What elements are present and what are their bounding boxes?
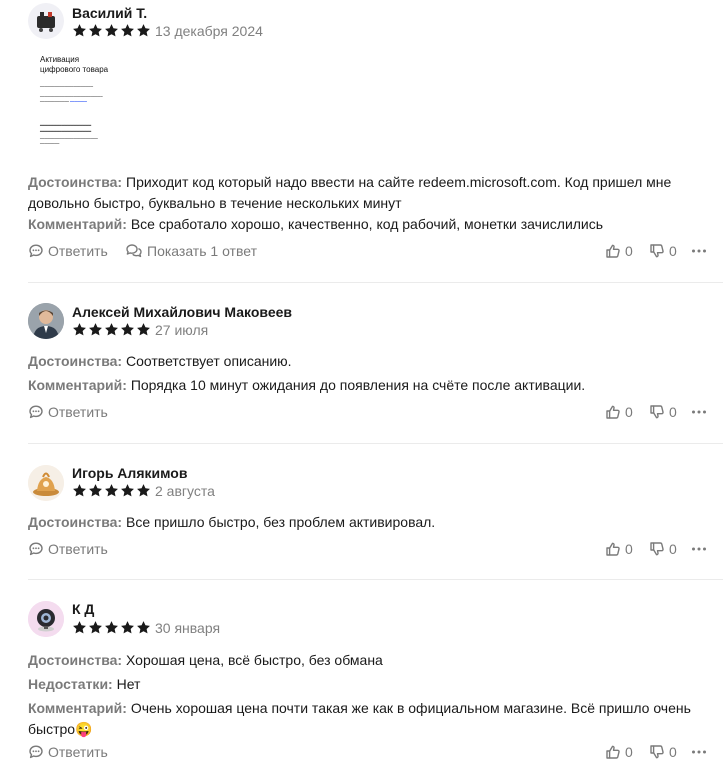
star-icon xyxy=(120,620,135,635)
review: Алексей Михайлович Маковеев 27 июля Дост… xyxy=(0,296,723,443)
thumb-down-icon xyxy=(649,243,665,259)
thumb-down-icon xyxy=(649,541,665,557)
review-actions: Ответить 0 0 xyxy=(28,404,723,424)
show-replies-button[interactable]: Показать 1 ответ xyxy=(125,243,257,259)
dislike-button[interactable]: 0 xyxy=(649,541,677,557)
star-icon xyxy=(120,483,135,498)
photo-title: Активация цифрового товара xyxy=(40,55,109,74)
dislike-button[interactable]: 0 xyxy=(649,404,677,420)
avatar[interactable] xyxy=(28,465,64,501)
star-icon xyxy=(88,483,103,498)
emoji: 😜 xyxy=(75,721,93,737)
avatar[interactable] xyxy=(28,3,64,39)
thumb-up-icon xyxy=(605,243,621,259)
thumb-up-icon xyxy=(605,541,621,557)
review-date: 13 декабря 2024 xyxy=(155,23,263,39)
dislike-button[interactable]: 0 xyxy=(649,744,677,760)
review-comment: Комментарий: Все сработало хорошо, качес… xyxy=(28,216,604,232)
star-icon xyxy=(136,620,151,635)
dislike-button[interactable]: 0 xyxy=(649,243,677,259)
review-date: 2 августа xyxy=(155,483,215,499)
more-icon[interactable] xyxy=(691,243,707,262)
review-date: 27 июля xyxy=(155,322,209,338)
star-icon xyxy=(136,322,151,337)
star-icon xyxy=(72,23,87,38)
thumb-up-icon xyxy=(605,404,621,420)
star-icon xyxy=(104,23,119,38)
review: Игорь Алякимов 2 августа Достоинства: Вс… xyxy=(0,457,723,579)
star-icon xyxy=(88,23,103,38)
comment-icon xyxy=(28,404,44,420)
review-date: 30 января xyxy=(155,620,221,636)
author-name[interactable]: К Д xyxy=(72,601,94,617)
reply-button[interactable]: Ответить xyxy=(28,404,108,420)
star-icon xyxy=(88,322,103,337)
thumb-down-icon xyxy=(649,744,665,760)
like-button[interactable]: 0 xyxy=(605,404,633,420)
star-icon xyxy=(88,620,103,635)
rating-stars xyxy=(72,483,151,498)
comment-icon xyxy=(28,744,44,760)
author-name[interactable]: Игорь Алякимов xyxy=(72,465,187,481)
star-icon xyxy=(72,322,87,337)
avatar[interactable] xyxy=(28,303,64,339)
divider xyxy=(28,282,723,283)
review-pros: Достоинства: Хорошая цена, всё быстро, б… xyxy=(28,652,383,668)
review-cons: Недостатки: Нет xyxy=(28,676,141,692)
more-icon[interactable] xyxy=(691,541,707,560)
star-icon xyxy=(136,483,151,498)
review-comment: Комментарий: Очень хорошая цена почти та… xyxy=(28,700,691,737)
review: К Д 30 января Достоинства: Хорошая цена,… xyxy=(0,594,723,781)
rating-stars xyxy=(72,23,151,38)
rating-stars xyxy=(72,322,151,337)
star-icon xyxy=(104,322,119,337)
review-actions: Ответить 0 0 xyxy=(28,541,723,561)
like-button[interactable]: 0 xyxy=(605,243,633,259)
review-pros: Достоинства: Приходит код который надо в… xyxy=(28,174,672,211)
star-icon xyxy=(120,23,135,38)
star-icon xyxy=(136,23,151,38)
review-photo[interactable]: Активация цифрового товара ━━━━━━━━━━━━━… xyxy=(28,48,128,148)
reply-button[interactable]: Ответить xyxy=(28,744,108,760)
star-icon xyxy=(120,322,135,337)
like-button[interactable]: 0 xyxy=(605,541,633,557)
reply-button[interactable]: Ответить xyxy=(28,541,108,557)
thumb-up-icon xyxy=(605,744,621,760)
review-comment: Комментарий: Порядка 10 минут ожидания д… xyxy=(28,377,586,393)
star-icon xyxy=(104,483,119,498)
review: Василий Т. 13 декабря 2024 Активация циф… xyxy=(0,0,723,282)
divider xyxy=(28,579,723,580)
comment-icon xyxy=(28,243,44,259)
like-button[interactable]: 0 xyxy=(605,744,633,760)
review-actions: Ответить 0 0 xyxy=(28,744,723,764)
avatar[interactable] xyxy=(28,601,64,637)
rating-stars xyxy=(72,620,151,635)
thumb-down-icon xyxy=(649,404,665,420)
star-icon xyxy=(72,620,87,635)
review-pros: Достоинства: Соответствует описанию. xyxy=(28,353,292,369)
comment-icon xyxy=(28,541,44,557)
review-actions: Ответить Показать 1 ответ 0 0 xyxy=(28,243,723,263)
more-icon[interactable] xyxy=(691,744,707,763)
author-name[interactable]: Василий Т. xyxy=(72,5,147,21)
reply-button[interactable]: Ответить xyxy=(28,243,108,259)
divider xyxy=(28,443,723,444)
comments-icon xyxy=(125,243,143,259)
star-icon xyxy=(72,483,87,498)
review-pros: Достоинства: Все пришло быстро, без проб… xyxy=(28,514,436,530)
author-name[interactable]: Алексей Михайлович Маковеев xyxy=(72,304,292,320)
star-icon xyxy=(104,620,119,635)
more-icon[interactable] xyxy=(691,404,707,423)
